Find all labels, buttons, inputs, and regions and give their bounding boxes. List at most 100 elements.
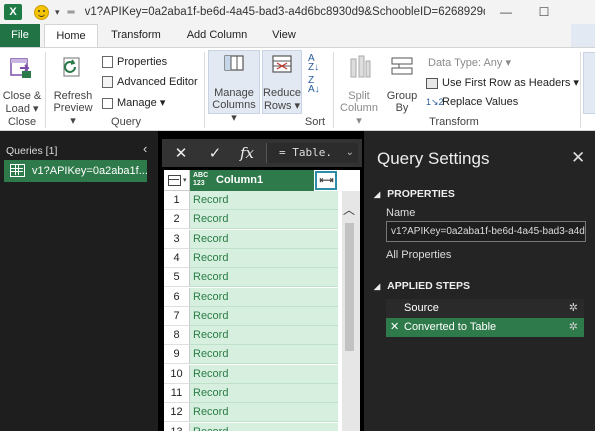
smiley-icon[interactable] bbox=[34, 4, 49, 20]
record-cell[interactable]: Record bbox=[190, 306, 338, 326]
record-cell[interactable]: Record bbox=[190, 364, 338, 384]
row-number[interactable]: 1 bbox=[164, 191, 190, 210]
row-number[interactable]: 8 bbox=[164, 326, 190, 346]
row-number[interactable]: 10 bbox=[164, 364, 190, 384]
applied-steps-section-header[interactable]: ◢ APPLIED STEPS bbox=[374, 280, 470, 292]
minimize-icon[interactable]: ― bbox=[491, 0, 521, 24]
row-number[interactable]: 13 bbox=[164, 422, 190, 431]
group-by-button[interactable]: Group By bbox=[382, 52, 422, 114]
close-load-label: Close & bbox=[2, 90, 42, 102]
preview-label: Preview ▾ bbox=[53, 102, 93, 127]
ribbon-overflow-button[interactable] bbox=[583, 52, 595, 114]
query-name-input[interactable]: v1?APIKey=0a2aba1f-be6d-4a45-bad3-a4d6bc… bbox=[386, 221, 586, 242]
quick-access-dropdown-icon[interactable]: ▾ bbox=[55, 7, 60, 18]
all-properties-link[interactable]: All Properties bbox=[386, 249, 451, 261]
tab-file[interactable]: File bbox=[0, 24, 40, 47]
refresh-preview-button[interactable]: Refresh Preview ▾ bbox=[50, 52, 96, 127]
record-cell[interactable]: Record bbox=[190, 248, 338, 268]
gear-icon[interactable]: ✲ bbox=[569, 318, 578, 337]
reduce-rows-label-2: Rows ▾ bbox=[263, 100, 301, 112]
title-bar: X ▾ ═ v1?APIKey=0a2aba1f-be6d-4a45-bad3-… bbox=[0, 0, 595, 24]
record-cell[interactable]: Record bbox=[190, 384, 338, 403]
record-cell[interactable]: Record bbox=[190, 210, 338, 230]
vertical-scrollbar[interactable]: ︿ bbox=[338, 191, 360, 431]
manage-button[interactable]: Manage ▾ bbox=[102, 96, 165, 109]
table-menu-button[interactable]: ▾ bbox=[164, 170, 190, 191]
replace-values-button[interactable]: 1↘2Replace Values bbox=[426, 96, 518, 108]
tab-view[interactable]: View bbox=[264, 24, 304, 47]
gear-icon[interactable]: ✲ bbox=[569, 299, 578, 318]
column-name: Column1 bbox=[216, 174, 264, 186]
replace-values-icon: 1↘2 bbox=[426, 97, 444, 107]
properties-button[interactable]: Properties bbox=[102, 56, 168, 69]
close-load-label-2: Load ▾ bbox=[5, 103, 39, 115]
record-cell[interactable]: Record bbox=[190, 326, 338, 346]
row-number[interactable]: 9 bbox=[164, 345, 190, 365]
reduce-rows-button[interactable]: Reduce Rows ▾ bbox=[262, 50, 302, 114]
properties-section-header[interactable]: ◢ PROPERTIES bbox=[374, 188, 455, 200]
scrollbar-thumb[interactable] bbox=[345, 223, 354, 351]
manage-columns-button[interactable]: Manage Columns ▾ bbox=[208, 50, 260, 124]
table-menu-icon bbox=[168, 175, 181, 186]
split-column-button[interactable]: Split Column ▾ bbox=[338, 52, 380, 127]
first-row-headers-button[interactable]: Use First Row as Headers ▾ bbox=[426, 76, 579, 89]
query-item[interactable]: v1?APIKey=0a2aba1f... bbox=[4, 160, 147, 182]
close-load-label-2-text: Load bbox=[5, 103, 30, 115]
scroll-up-icon[interactable]: ︿ bbox=[343, 201, 355, 218]
formula-input[interactable]: = Table. ⌄ bbox=[266, 143, 358, 163]
group-by-icon bbox=[391, 57, 413, 75]
delete-step-icon[interactable]: ✕ bbox=[390, 318, 399, 337]
maximize-icon[interactable]: ☐ bbox=[529, 0, 559, 24]
manage-columns-icon bbox=[224, 55, 244, 71]
expand-column-button[interactable]: ⇤⇥ bbox=[314, 170, 338, 191]
window-title: v1?APIKey=0a2aba1f-be6d-4a45-bad3-a4d6bc… bbox=[84, 6, 485, 18]
transform-group-label: Transform bbox=[429, 116, 479, 128]
step-source[interactable]: Source ✲ bbox=[386, 299, 584, 318]
close-load-button[interactable]: Close & Load ▾ bbox=[2, 52, 42, 115]
collapse-pane-icon[interactable]: ‹ bbox=[143, 141, 147, 156]
sort-ascending-button[interactable]: A Z↓ bbox=[308, 54, 319, 73]
row-number[interactable]: 7 bbox=[164, 306, 190, 326]
cancel-icon[interactable]: ✕ bbox=[166, 139, 196, 167]
row-number[interactable]: 5 bbox=[164, 268, 190, 288]
table-icon bbox=[10, 164, 25, 177]
formula-expand-icon[interactable]: ⌄ bbox=[346, 143, 354, 163]
record-cell[interactable]: Record bbox=[190, 229, 338, 249]
reduce-rows-icon bbox=[272, 55, 292, 73]
properties-label: Properties bbox=[117, 56, 168, 68]
step-converted-to-table[interactable]: ✕ Converted to Table ✲ bbox=[386, 318, 584, 337]
confirm-icon[interactable]: ✓ bbox=[200, 139, 230, 167]
record-cell[interactable]: Record bbox=[190, 191, 338, 210]
group-by-label-2: By bbox=[395, 102, 409, 114]
sort-descending-button[interactable]: Z A↓ bbox=[308, 76, 320, 95]
excel-icon: X bbox=[4, 4, 22, 20]
row-number[interactable]: 3 bbox=[164, 229, 190, 249]
ribbon-divider bbox=[333, 52, 334, 128]
type-abc: ABC bbox=[193, 172, 209, 179]
ribbon-overflow bbox=[571, 24, 595, 48]
row-number[interactable]: 2 bbox=[164, 210, 190, 230]
row-number[interactable]: 6 bbox=[164, 287, 190, 307]
advanced-editor-icon bbox=[102, 76, 113, 89]
tab-home[interactable]: Home bbox=[44, 24, 98, 48]
tab-transform[interactable]: Transform bbox=[104, 24, 168, 47]
any-type-icon[interactable]: ABC 123 bbox=[193, 172, 208, 188]
data-type-dropdown[interactable]: Data Type: Any ▾ bbox=[428, 56, 511, 69]
row-number[interactable]: 12 bbox=[164, 403, 190, 423]
expand-icon: ⇤⇥ bbox=[319, 175, 333, 185]
record-cell[interactable]: Record bbox=[190, 268, 338, 288]
record-cell[interactable]: Record bbox=[190, 345, 338, 365]
record-cell[interactable]: Record bbox=[190, 287, 338, 307]
advanced-editor-button[interactable]: Advanced Editor bbox=[102, 76, 198, 89]
tab-add-column[interactable]: Add Column bbox=[180, 24, 254, 47]
reduce-rows-label-2-text: Rows bbox=[263, 100, 292, 112]
row-number[interactable]: 11 bbox=[164, 384, 190, 403]
manage-columns-label-2: Columns ▾ bbox=[212, 99, 256, 124]
record-cell[interactable]: Record bbox=[190, 403, 338, 423]
record-cell[interactable]: Record bbox=[190, 422, 338, 431]
customize-toolbar-icon[interactable]: ═ bbox=[68, 7, 75, 18]
fx-icon[interactable]: fx bbox=[232, 139, 262, 167]
ribbon-divider bbox=[45, 52, 46, 128]
row-number[interactable]: 4 bbox=[164, 248, 190, 268]
close-icon[interactable]: ✕ bbox=[571, 148, 585, 168]
